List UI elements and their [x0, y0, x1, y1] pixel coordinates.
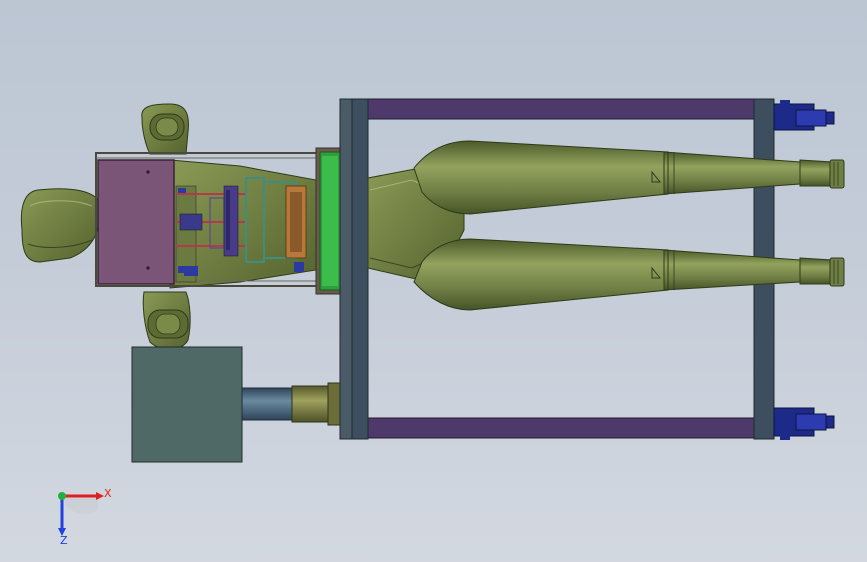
upper-elbow — [141, 103, 189, 155]
cyclone-lower — [413, 238, 845, 311]
caster-top — [773, 100, 835, 131]
lower-elbow — [142, 291, 191, 350]
inlet-nozzle — [20, 188, 99, 263]
cad-viewport[interactable]: X Z — [0, 0, 867, 562]
motor-box — [131, 346, 243, 463]
x-arrowhead — [96, 492, 104, 500]
transition-plate — [315, 147, 341, 295]
y-axis-dot — [58, 492, 66, 500]
cyclone-upper — [413, 140, 845, 215]
feed-hopper — [97, 159, 175, 285]
caster-bottom — [773, 407, 835, 440]
x-axis-label: X — [104, 487, 112, 500]
coordinate-triad: X Z — [58, 487, 112, 547]
z-axis-label: Z — [60, 534, 68, 547]
drive-shaft — [241, 382, 343, 426]
